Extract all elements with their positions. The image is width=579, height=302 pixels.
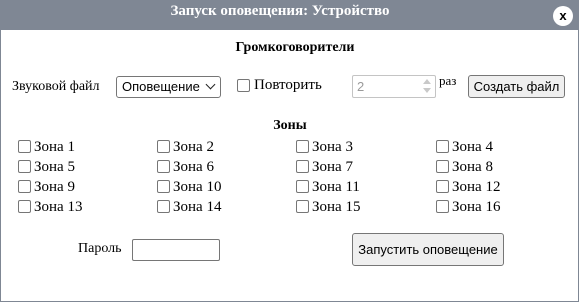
dialog-border-left [0,30,1,302]
speakers-section-title: Громкоговорители [235,40,355,55]
zone-checkbox[interactable] [296,180,309,193]
repeat-count-value: 2 [357,79,365,94]
chevron-down-icon [205,79,216,90]
zone-checkbox[interactable] [157,200,170,213]
zone-checkbox[interactable] [436,140,449,153]
zone-label: Зона 12 [452,179,501,195]
zones-section-title: Зоны [273,118,307,133]
zone-label: Зона 5 [34,159,75,175]
sound-file-select[interactable]: Оповещение [116,76,221,98]
zone-label: Зона 16 [452,199,501,215]
zone-checkbox[interactable] [18,200,31,213]
zone-checkbox[interactable] [157,180,170,193]
repeat-checkbox[interactable] [237,79,250,92]
times-label: раз [439,73,457,88]
zone-checkbox[interactable] [18,140,31,153]
zone-checkbox[interactable] [157,140,170,153]
zone-label: Зона 9 [34,179,75,195]
repeat-label: Повторить [254,77,322,93]
zone-label: Зона 13 [34,199,83,215]
zone-checkbox[interactable] [18,180,31,193]
zone-label: Зона 2 [173,139,214,155]
zone-label: Зона 4 [452,139,493,155]
zone-checkbox[interactable] [296,200,309,213]
password-input[interactable] [132,239,220,261]
zone-checkbox[interactable] [296,160,309,173]
password-label: Пароль [78,241,122,256]
zone-label: Зона 1 [34,139,75,155]
close-button[interactable]: x [553,6,573,26]
zone-label: Зона 3 [312,139,353,155]
zone-checkbox[interactable] [436,180,449,193]
spinner-arrows-icon[interactable] [422,78,432,95]
create-file-button[interactable]: Создать файл [468,75,565,98]
zone-checkbox[interactable] [18,160,31,173]
zone-label: Зона 6 [173,159,214,175]
zone-label: Зона 15 [312,199,361,215]
dialog-title: Запуск оповещения: Устройство [170,3,390,19]
sound-file-selected-value: Оповещение [122,79,200,94]
zone-label: Зона 8 [452,159,493,175]
zone-checkbox[interactable] [296,140,309,153]
start-alert-button[interactable]: Запустить оповещение [352,233,504,266]
zone-checkbox[interactable] [157,160,170,173]
zone-label: Зона 14 [173,199,222,215]
zone-checkbox[interactable] [436,200,449,213]
zone-label: Зона 11 [312,179,360,195]
zone-label: Зона 7 [312,159,353,175]
zone-checkbox[interactable] [436,160,449,173]
repeat-count-input[interactable]: 2 [352,75,436,98]
sound-file-label: Звуковой файл [12,79,100,94]
zone-label: Зона 10 [173,179,222,195]
